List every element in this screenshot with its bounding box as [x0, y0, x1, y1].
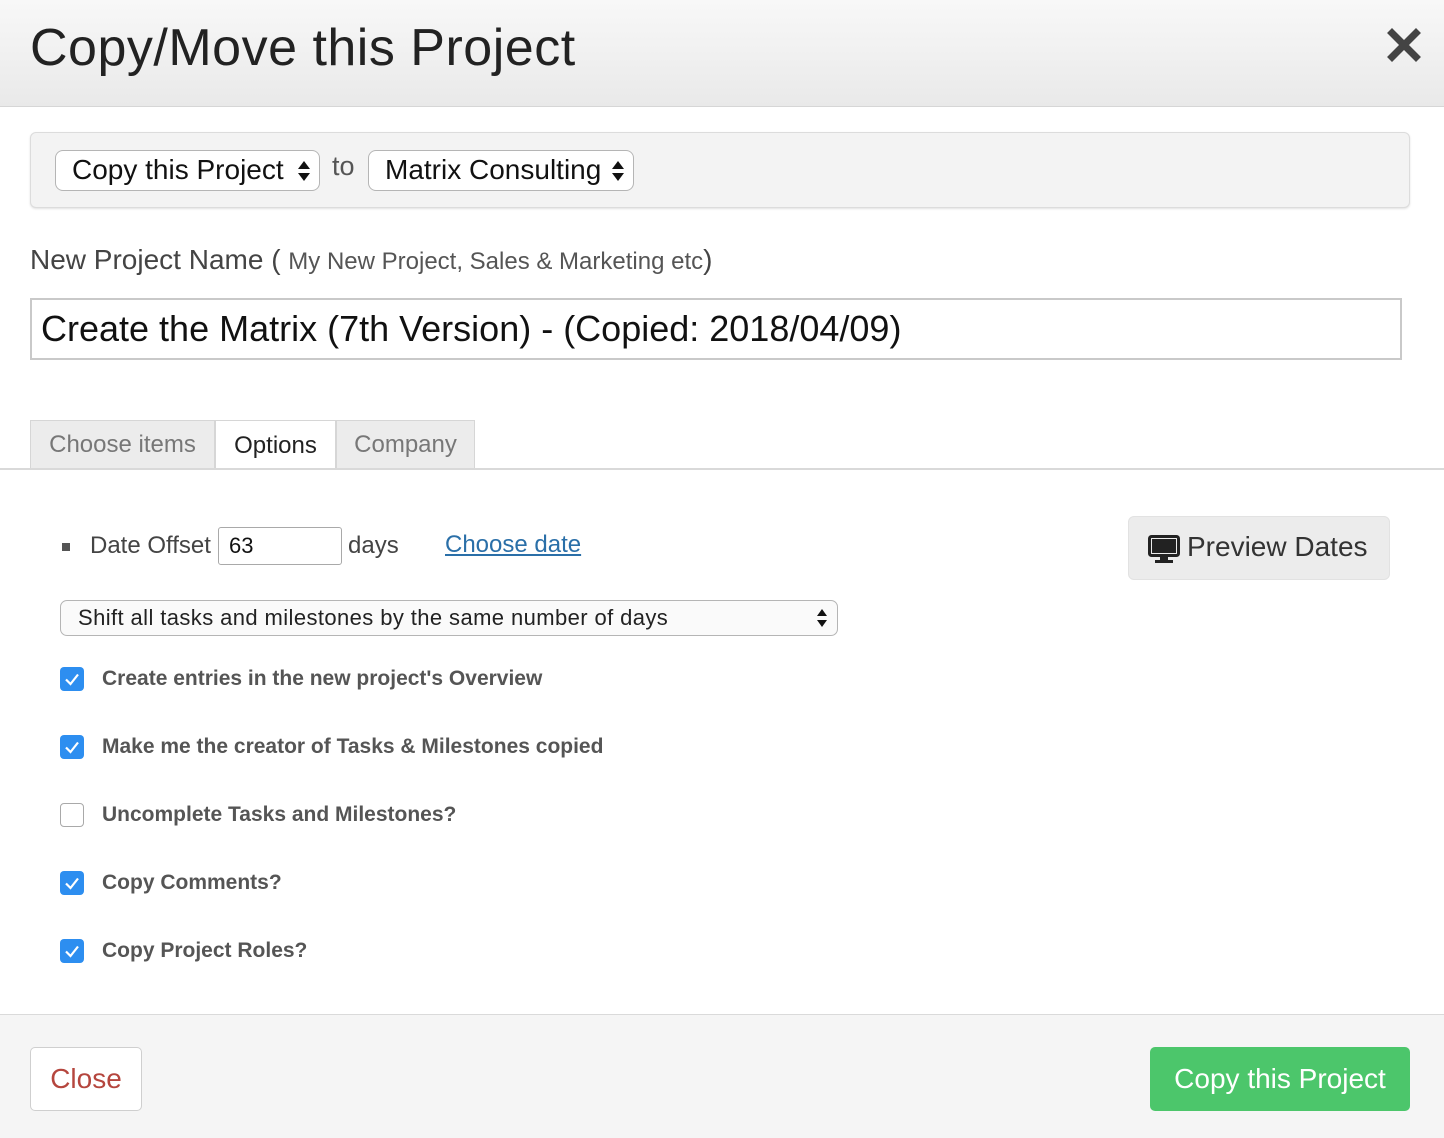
target-select-value: Matrix Consulting — [385, 154, 602, 185]
action-select-value: Copy this Project — [72, 154, 284, 185]
target-company-select[interactable]: Matrix Consulting — [368, 150, 634, 191]
select-arrows-icon — [612, 161, 624, 181]
overview-entries-checkbox[interactable] — [60, 667, 84, 691]
copy-comments-checkbox[interactable] — [60, 871, 84, 895]
copy-comments-label: Copy Comments? — [102, 871, 282, 894]
project-name-label-text: New Project Name — [30, 244, 264, 275]
tab-company[interactable]: Company — [336, 420, 475, 469]
checkmark-icon — [65, 877, 79, 890]
select-arrows-icon — [817, 609, 827, 627]
make-creator-checkbox[interactable] — [60, 735, 84, 759]
dialog-header: Copy/Move this Project — [0, 0, 1444, 107]
tab-choose-items[interactable]: Choose items — [30, 420, 215, 469]
choose-date-link[interactable]: Choose date — [445, 531, 581, 559]
copy-target-bar: Copy this Project to Matrix Consulting — [30, 132, 1410, 208]
checkmark-icon — [65, 741, 79, 754]
to-label: to — [332, 151, 355, 181]
close-button[interactable]: Close — [30, 1047, 142, 1111]
preview-dates-button[interactable]: Preview Dates — [1128, 516, 1390, 580]
tabs-divider — [0, 468, 1444, 470]
close-icon[interactable] — [1385, 26, 1423, 64]
date-offset-label: Date Offset — [90, 532, 211, 559]
project-name-hint-open: ( — [271, 244, 281, 275]
project-name-hint-close: ) — [703, 244, 713, 275]
preview-dates-label: Preview Dates — [1187, 531, 1368, 562]
action-select[interactable]: Copy this Project — [55, 150, 320, 191]
select-arrows-icon — [298, 161, 310, 181]
uncomplete-tasks-label: Uncomplete Tasks and Milestones? — [102, 803, 457, 826]
dialog-footer: Close Copy this Project — [0, 1014, 1444, 1138]
project-name-label: New Project Name ( My New Project, Sales… — [30, 244, 712, 276]
project-name-input[interactable] — [30, 298, 1402, 360]
tab-options[interactable]: Options — [215, 420, 336, 470]
days-label: days — [348, 532, 399, 559]
date-offset-input[interactable] — [218, 527, 342, 565]
shift-mode-select[interactable]: Shift all tasks and milestones by the sa… — [60, 600, 838, 636]
checkmark-icon — [65, 673, 79, 686]
bullet-marker — [62, 543, 70, 551]
copy-roles-checkbox[interactable] — [60, 939, 84, 963]
copy-roles-label: Copy Project Roles? — [102, 939, 308, 962]
overview-entries-label: Create entries in the new project's Over… — [102, 667, 543, 690]
dialog-title: Copy/Move this Project — [30, 19, 576, 77]
shift-mode-value: Shift all tasks and milestones by the sa… — [78, 605, 669, 630]
project-name-hint: My New Project, Sales & Marketing etc — [288, 248, 704, 275]
uncomplete-tasks-checkbox[interactable] — [60, 803, 84, 827]
make-creator-label: Make me the creator of Tasks & Milestone… — [102, 735, 604, 758]
monitor-icon — [1148, 535, 1180, 563]
checkmark-icon — [65, 945, 79, 958]
copy-project-button[interactable]: Copy this Project — [1150, 1047, 1410, 1111]
